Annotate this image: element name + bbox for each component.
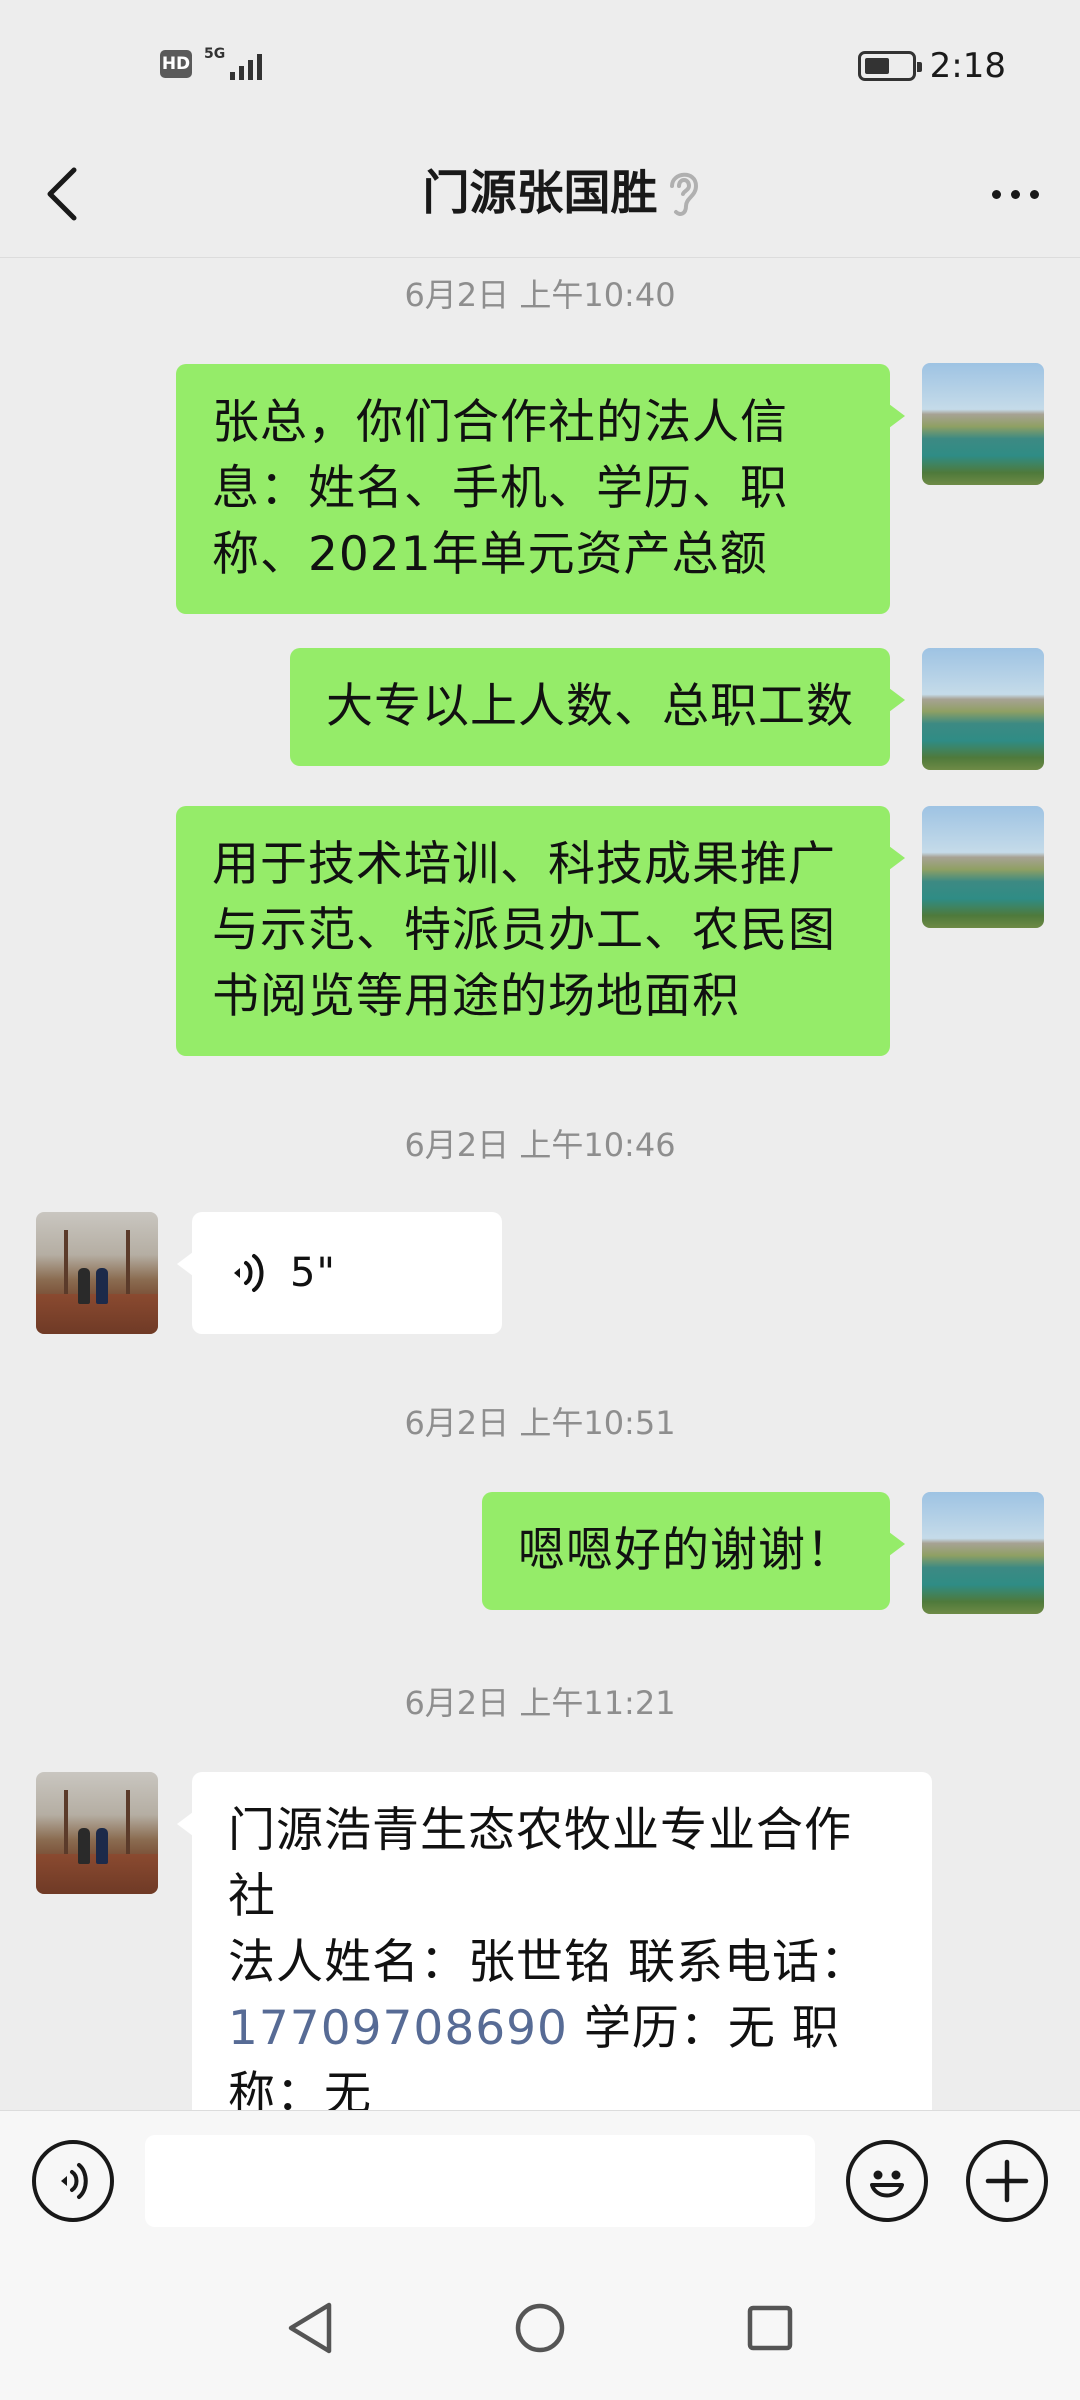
plus-icon (985, 2159, 1029, 2203)
ear-icon (670, 172, 699, 216)
timestamp: 6月2日 上午10:46 (404, 1126, 676, 1164)
more-dots-icon (991, 189, 1001, 199)
emoji-icon (870, 2170, 904, 2198)
message-outgoing[interactable]: 嗯嗯好的谢谢！ (482, 1492, 905, 1610)
status-bar: HD 5G 2:18 (0, 0, 1080, 130)
avatar-self[interactable] (922, 1492, 1044, 1614)
battery-fill (864, 58, 889, 74)
circle-home-icon (515, 2303, 565, 2353)
status-left: HD 5G (160, 46, 262, 82)
triangle-back-icon (288, 2302, 332, 2354)
voice-input-button[interactable] (32, 2140, 114, 2222)
nav-recents-button[interactable] (740, 2298, 800, 2358)
message-outgoing[interactable]: 张总，你们合作社的法人信息：姓名、手机、学历、职称、2021年单元资产总额 (176, 364, 905, 614)
more-button[interactable] (980, 174, 1050, 214)
nav-home-button[interactable] (510, 2298, 570, 2358)
network-type: 5G (204, 46, 226, 62)
voice-duration: 5" (290, 1250, 336, 1296)
avatar-contact[interactable] (36, 1212, 158, 1334)
square-recents-icon (747, 2305, 793, 2351)
voice-wave-icon (234, 1254, 264, 1292)
legal-person-line: 法人姓名：张世铭 联系电话： (228, 1935, 868, 1990)
avatar-self[interactable] (922, 806, 1044, 928)
status-right: 2:18 (857, 46, 1006, 86)
nav-back-button[interactable] (280, 2298, 340, 2358)
voice-message[interactable]: 5" (177, 1212, 502, 1334)
timestamp: 6月2日 上午11:21 (404, 1684, 676, 1722)
message-outgoing[interactable]: 用于技术培训、科技成果推广与示范、特派员办工、农民图书阅览等用途的场地面积 (176, 806, 905, 1056)
avatar-self[interactable] (922, 648, 1044, 770)
message-incoming[interactable]: 门源浩青生态农牧业专业合作社 法人姓名：张世铭 联系电话： 17709708690… (177, 1772, 932, 2110)
battery-icon (857, 51, 922, 81)
input-bar (0, 2110, 1080, 2250)
message-outgoing[interactable]: 大专以上人数、总职工数 (290, 648, 905, 766)
emoji-button[interactable] (846, 2140, 928, 2222)
coop-name: 门源浩青生态农牧业专业合作社 (228, 1803, 852, 1924)
system-navigation (0, 2250, 1080, 2400)
timestamp: 6月2日 上午10:40 (404, 276, 676, 314)
phone-link[interactable]: 17709708690 (228, 2001, 568, 2056)
avatar-self[interactable] (922, 363, 1044, 485)
message-input[interactable] (145, 2135, 815, 2227)
signal-icon: 5G (202, 46, 262, 82)
voice-wave-icon (61, 2163, 88, 2199)
status-time: 2:18 (929, 46, 1006, 86)
message-list[interactable]: 6月2日 上午10:40 张总，你们合作社的法人信息：姓名、手机、学历、职称、2… (0, 258, 1080, 2110)
more-functions-button[interactable] (966, 2140, 1048, 2222)
hd-badge: HD (160, 50, 192, 78)
avatar-contact[interactable] (36, 1772, 158, 1894)
timestamp: 6月2日 上午10:51 (404, 1404, 676, 1442)
chat-header: 门源张国胜 (0, 130, 1080, 258)
chat-title: 门源张国胜 (422, 166, 658, 221)
